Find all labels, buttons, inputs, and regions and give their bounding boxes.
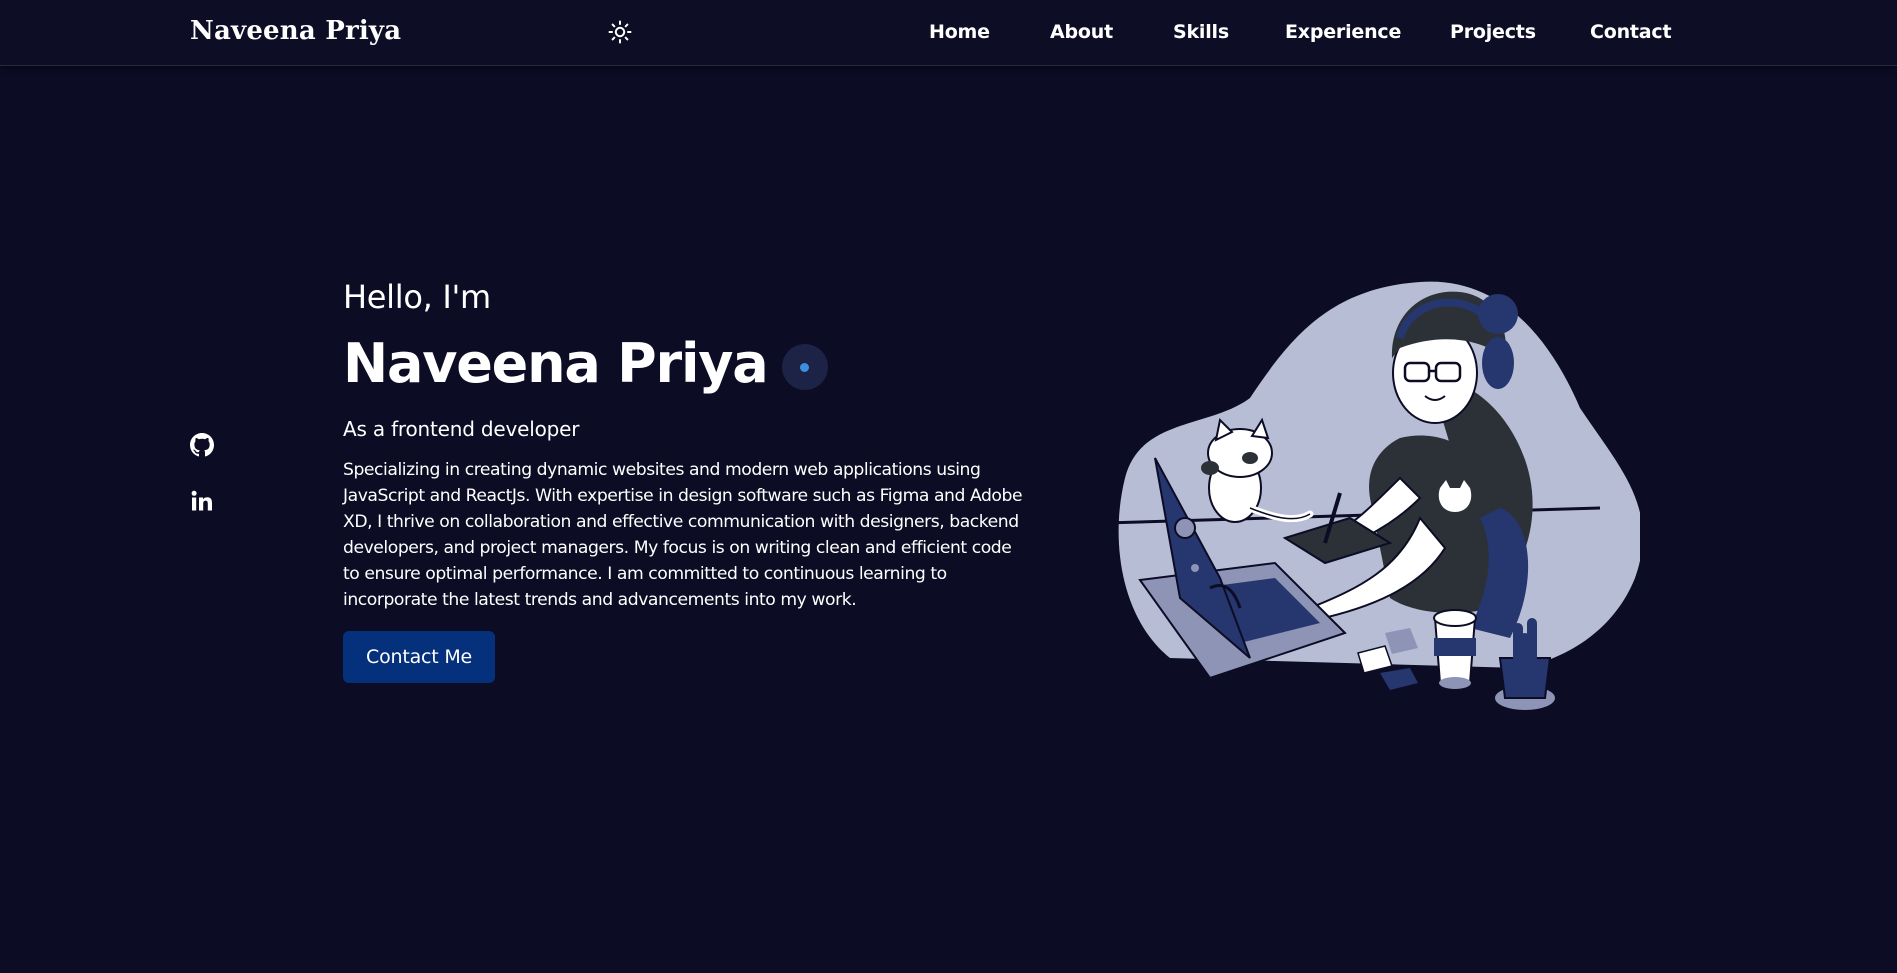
contact-me-button[interactable]: Contact Me <box>343 631 496 683</box>
role-subtitle: As a frontend developer <box>343 417 580 441</box>
hero-name: Naveena Priya <box>343 332 769 395</box>
hero-description: Specializing in creating dynamic website… <box>343 460 1023 610</box>
accent-dot-icon <box>781 344 828 390</box>
developer-illustration <box>1100 278 1643 728</box>
name-row: Naveena Priya <box>343 329 1023 399</box>
nav-skills-link[interactable]: Skills <box>1173 21 1229 43</box>
developer-at-desk-illustration <box>1104 281 1643 710</box>
nav-home-link[interactable]: Home <box>929 21 990 43</box>
hero-section: Hello, I'm Naveena Priya As a frontend d… <box>343 275 1023 683</box>
linkedin-link[interactable] <box>190 489 216 515</box>
brand-logo[interactable]: Naveena Priya <box>190 16 401 46</box>
greeting-text: Hello, I'm <box>343 278 491 316</box>
nav-about-link[interactable]: About <box>1050 21 1113 43</box>
portfolio-page: Naveena Priya Home About Skills Experien… <box>0 0 1897 973</box>
theme-toggle-button[interactable] <box>604 16 636 48</box>
nav-experience-link[interactable]: Experience <box>1285 21 1401 43</box>
github-link[interactable] <box>190 433 216 459</box>
nav-contact-link[interactable]: Contact <box>1590 21 1672 43</box>
social-links <box>190 433 216 545</box>
github-icon <box>190 433 214 457</box>
nav-projects-link[interactable]: Projects <box>1450 21 1536 43</box>
linkedin-icon <box>191 490 212 511</box>
top-navbar: Naveena Priya Home About Skills Experien… <box>0 0 1897 66</box>
sun-icon <box>608 20 632 44</box>
